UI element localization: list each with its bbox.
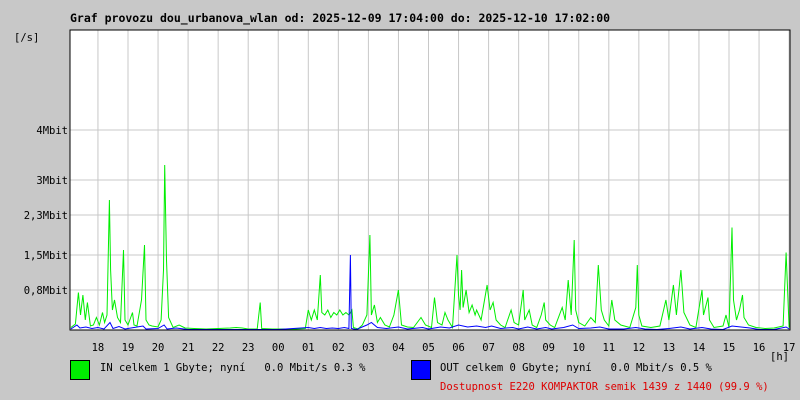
- y-tick-label: 4Mbit: [36, 125, 68, 137]
- legend-out-label: OUT celkem 0 Gbyte; nyní 0.0 Mbit/s 0.5 …: [440, 362, 712, 374]
- x-tick-label: 00: [272, 342, 285, 354]
- x-tick-label: 12: [633, 342, 646, 354]
- availability-text: Dostupnost E220 KOMPAKTOR semik 1439 z 1…: [440, 381, 769, 393]
- x-tick-label: 19: [122, 342, 135, 354]
- legend-out-swatch: [411, 360, 431, 380]
- y-tick-label: 0,8Mbit: [24, 285, 68, 297]
- y-tick-label: 1,5Mbit: [24, 250, 68, 262]
- y-axis-ticks: 0,8Mbit 1,5Mbit 2,3Mbit 3Mbit 4Mbit: [24, 125, 68, 297]
- x-tick-label: 14: [693, 342, 706, 354]
- x-tick-label: 15: [723, 342, 736, 354]
- chart-title: Graf provozu dou_urbanova_wlan od: 2025-…: [70, 11, 610, 26]
- legend-in-swatch: [70, 360, 90, 380]
- x-tick-label: 06: [452, 342, 465, 354]
- x-axis-ticks: 18 19 20 21 22 23 00 01 02 03 04 05 06 07 08 09 10 11 12 13…: [92, 342, 796, 354]
- x-tick-label: 08: [512, 342, 525, 354]
- x-tick-label: 10: [572, 342, 585, 354]
- x-tick-label: 21: [182, 342, 195, 354]
- x-tick-label: 03: [362, 342, 375, 354]
- x-tick-label: 09: [542, 342, 555, 354]
- legend-in-label: IN celkem 1 Gbyte; nyní 0.0 Mbit/s 0.3 %: [100, 362, 366, 374]
- x-tick-label: 07: [482, 342, 495, 354]
- y-tick-label: 2,3Mbit: [24, 210, 68, 222]
- x-axis-unit: [h]: [770, 351, 789, 363]
- traffic-chart: Graf provozu dou_urbanova_wlan od: 2025-…: [14, 11, 796, 363]
- x-tick-label: 18: [92, 342, 105, 354]
- x-tick-label: 22: [212, 342, 225, 354]
- y-axis-unit: [/s]: [14, 32, 39, 44]
- x-tick-label: 01: [302, 342, 315, 354]
- x-tick-label: 02: [332, 342, 345, 354]
- x-tick-label: 05: [422, 342, 435, 354]
- y-tick-label: 3Mbit: [36, 175, 68, 187]
- x-tick-label: 23: [242, 342, 255, 354]
- x-tick-label: 04: [392, 342, 405, 354]
- x-tick-label: 13: [663, 342, 676, 354]
- x-tick-label: 11: [602, 342, 615, 354]
- x-tick-label: 20: [152, 342, 165, 354]
- x-tick-label: 16: [753, 342, 766, 354]
